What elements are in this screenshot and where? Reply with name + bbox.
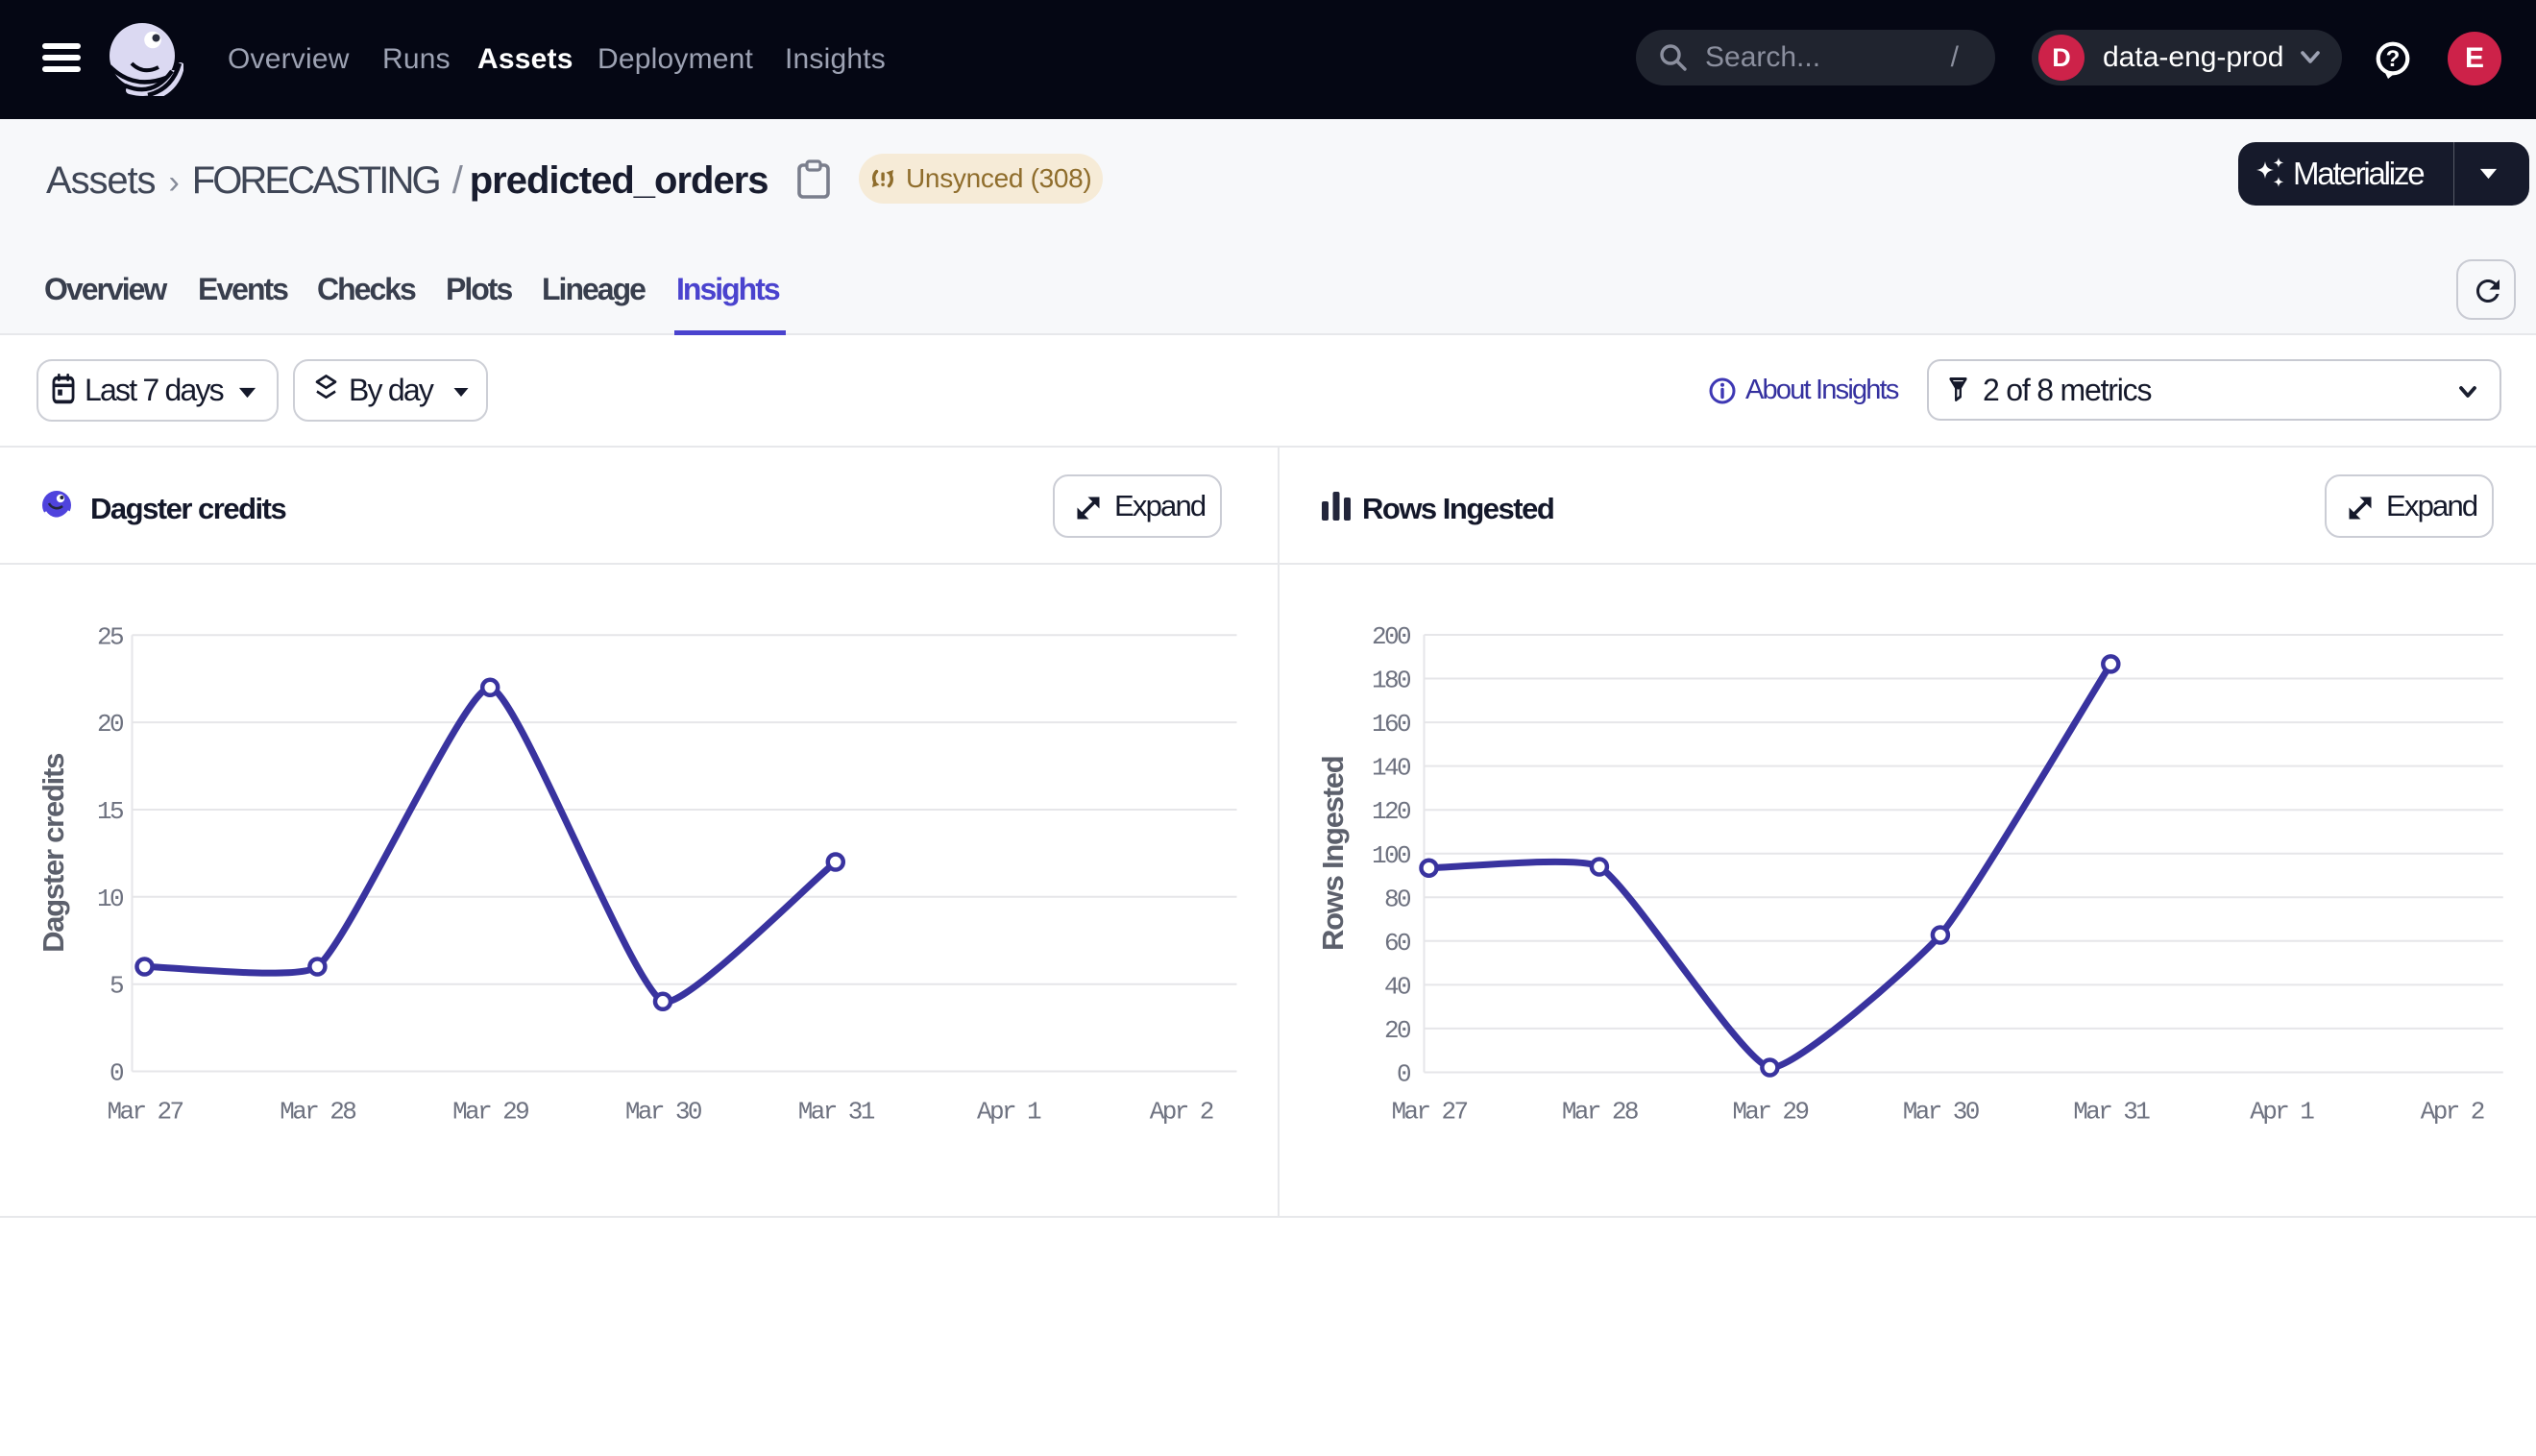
svg-text:Mar 30: Mar 30 <box>1903 1098 1979 1127</box>
svg-text:Apr 2: Apr 2 <box>1150 1098 1213 1127</box>
svg-text:0: 0 <box>1397 1060 1410 1089</box>
svg-text:Dagster credits: Dagster credits <box>37 754 70 953</box>
svg-text:Mar 31: Mar 31 <box>798 1098 875 1127</box>
svg-text:120: 120 <box>1372 797 1410 826</box>
svg-text:40: 40 <box>1384 972 1410 1001</box>
svg-text:60: 60 <box>1384 929 1410 958</box>
svg-text:180: 180 <box>1372 667 1410 695</box>
svg-text:Mar 30: Mar 30 <box>625 1098 701 1127</box>
svg-text:Apr 2: Apr 2 <box>2421 1098 2484 1127</box>
svg-text:160: 160 <box>1372 710 1410 739</box>
svg-text:140: 140 <box>1372 754 1410 783</box>
svg-text:20: 20 <box>1384 1016 1410 1045</box>
svg-text:10: 10 <box>97 885 123 913</box>
svg-text:100: 100 <box>1372 841 1410 870</box>
svg-text:80: 80 <box>1384 885 1410 913</box>
svg-text:Mar 29: Mar 29 <box>1732 1098 1808 1127</box>
svg-text:Rows Ingested: Rows Ingested <box>1316 757 1350 952</box>
svg-text:Mar 27: Mar 27 <box>107 1098 183 1127</box>
svg-text:Apr 1: Apr 1 <box>977 1098 1041 1127</box>
svg-text:Mar 28: Mar 28 <box>1562 1098 1638 1127</box>
svg-text:15: 15 <box>97 797 123 826</box>
svg-text:25: 25 <box>97 622 123 651</box>
svg-text:200: 200 <box>1372 622 1410 651</box>
svg-text:Mar 28: Mar 28 <box>280 1098 355 1127</box>
svg-text:0: 0 <box>110 1059 123 1088</box>
svg-text:?: ? <box>2386 46 2401 72</box>
svg-text:Mar 31: Mar 31 <box>2073 1098 2150 1127</box>
svg-text:Mar 29: Mar 29 <box>452 1098 528 1127</box>
svg-text:5: 5 <box>110 972 123 1001</box>
svg-text:Apr 1: Apr 1 <box>2250 1098 2314 1127</box>
svg-text:Mar 27: Mar 27 <box>1391 1098 1467 1127</box>
svg-text:20: 20 <box>97 710 123 739</box>
